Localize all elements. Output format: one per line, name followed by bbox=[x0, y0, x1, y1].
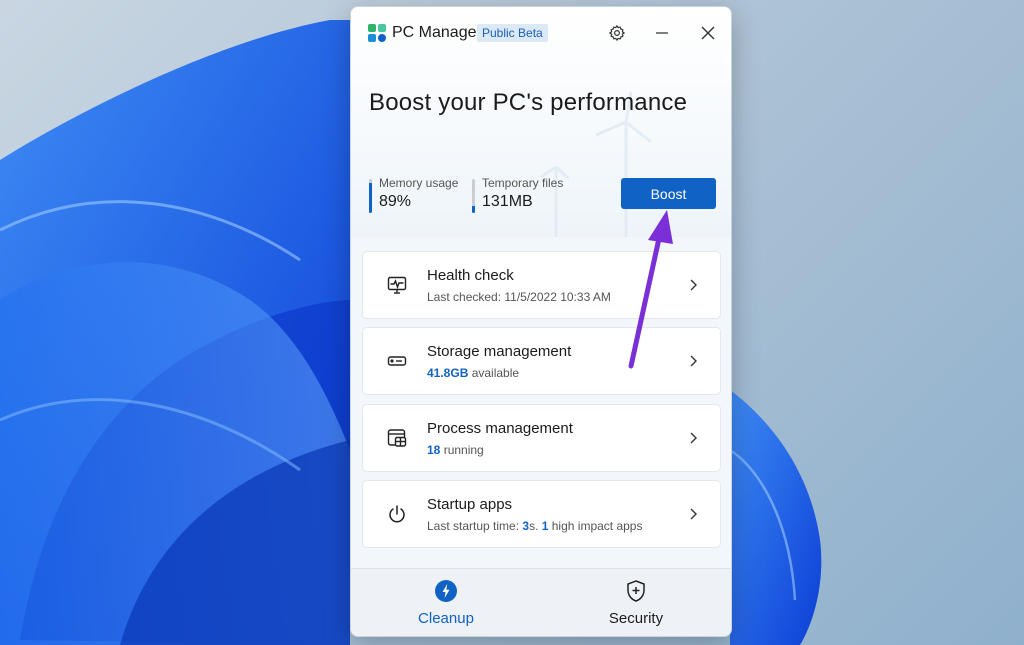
minimize-icon bbox=[656, 32, 668, 34]
chevron-right-icon bbox=[690, 508, 697, 520]
boost-button[interactable]: Boost bbox=[621, 178, 716, 209]
temporary-files-value: 131MB bbox=[482, 193, 533, 210]
storage-drive-icon bbox=[387, 356, 407, 366]
tab-cleanup-label: Cleanup bbox=[418, 610, 474, 627]
close-icon bbox=[701, 26, 715, 40]
storage-available-value: 41.8GB bbox=[427, 366, 469, 380]
storage-management-card[interactable]: Storage management 41.8GB available bbox=[362, 327, 721, 395]
settings-button[interactable] bbox=[604, 21, 630, 45]
process-running-label: running bbox=[440, 443, 484, 457]
title-bar: PC Manager Public Beta bbox=[351, 7, 731, 59]
app-title: PC Manager bbox=[392, 24, 482, 41]
cleanup-bolt-icon bbox=[435, 580, 457, 602]
temporary-files-fill bbox=[472, 206, 475, 213]
memory-usage-fill bbox=[369, 182, 372, 213]
temporary-files-label: Temporary files bbox=[482, 176, 564, 190]
storage-management-title: Storage management bbox=[427, 343, 572, 360]
chevron-right-icon bbox=[690, 432, 697, 444]
memory-usage-bar bbox=[369, 179, 372, 213]
pc-manager-logo-icon bbox=[368, 24, 386, 42]
gear-icon bbox=[608, 24, 626, 42]
bottom-navigation: Cleanup Security bbox=[351, 568, 731, 636]
storage-available-label: available bbox=[468, 366, 520, 380]
process-management-subtitle: 18 running bbox=[427, 443, 484, 457]
storage-management-subtitle: 41.8GB available bbox=[427, 366, 519, 380]
chevron-right-icon bbox=[690, 355, 697, 367]
minimize-button[interactable] bbox=[649, 21, 675, 45]
process-running-count: 18 bbox=[427, 443, 441, 457]
pc-manager-window: PC Manager Public Beta Boost your PC's p… bbox=[350, 6, 732, 637]
security-shield-icon bbox=[627, 580, 645, 602]
temporary-files-bar bbox=[472, 179, 475, 213]
process-management-title: Process management bbox=[427, 420, 573, 437]
close-button[interactable] bbox=[695, 21, 721, 45]
power-icon bbox=[389, 505, 405, 523]
startup-time-unit: s. bbox=[529, 519, 542, 533]
process-management-card[interactable]: Process management 18 running bbox=[362, 404, 721, 472]
startup-time-label: Last startup time: bbox=[427, 519, 523, 533]
tab-security[interactable]: Security bbox=[541, 569, 731, 636]
tab-security-label: Security bbox=[608, 610, 664, 627]
chevron-right-icon bbox=[690, 279, 697, 291]
startup-apps-title: Startup apps bbox=[427, 496, 513, 513]
health-monitor-icon bbox=[387, 276, 407, 294]
health-check-subtitle: Last checked: 11/5/2022 10:33 AM bbox=[427, 290, 611, 304]
page-headline: Boost your PC's performance bbox=[369, 89, 688, 116]
health-check-card[interactable]: Health check Last checked: 11/5/2022 10:… bbox=[362, 251, 721, 319]
startup-apps-card[interactable]: Startup apps Last startup time: 3s. 1 hi… bbox=[362, 480, 721, 548]
memory-usage-value: 89% bbox=[379, 193, 412, 210]
high-impact-label: high impact apps bbox=[548, 519, 643, 533]
process-window-icon bbox=[387, 429, 407, 447]
startup-apps-subtitle: Last startup time: 3s. 1 high impact app… bbox=[427, 519, 642, 533]
public-beta-badge: Public Beta bbox=[477, 24, 548, 42]
tab-cleanup[interactable]: Cleanup bbox=[351, 569, 541, 636]
health-check-title: Health check bbox=[427, 267, 514, 284]
memory-usage-label: Memory usage bbox=[379, 176, 459, 190]
